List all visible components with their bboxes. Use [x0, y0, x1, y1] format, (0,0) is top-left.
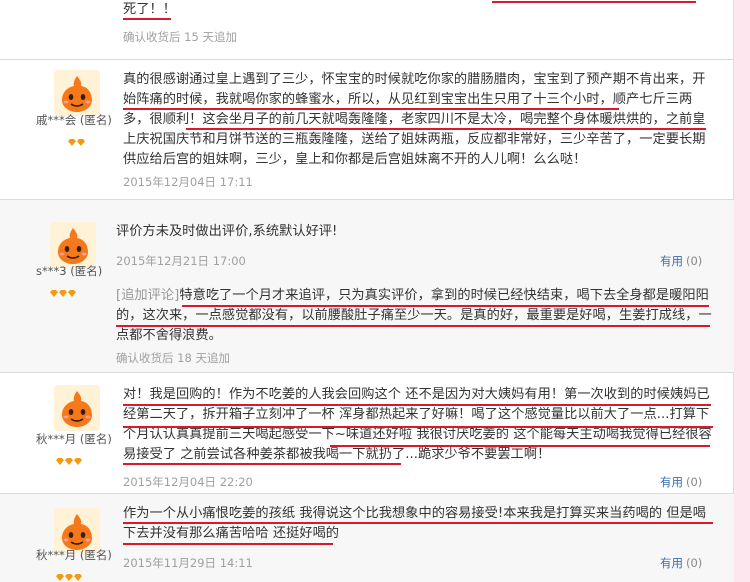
rank-gems [50, 282, 77, 297]
review-content: 对！我是回购的！作为不吃姜的人我会回购这个 还不是因为对大姨妈有用！第一次收到的… [123, 387, 712, 462]
useful-button[interactable]: 有用 (0) [660, 555, 702, 571]
annotation-underline [123, 543, 333, 545]
gem-icon [68, 139, 76, 146]
orange-mascot-avatar-icon [54, 385, 100, 431]
annotation-underline [123, 463, 401, 465]
rank-gems [56, 450, 83, 465]
gem-icon [50, 290, 58, 297]
append-review: [追加评论]特意吃了一个月才来追评，只为真实评价，拿到的时候已经快结束，喝下去全… [116, 286, 714, 346]
review-content: 作为一个从小痛恨吃姜的孩纸 我得说这个比我想象中的容易接受!本来我是打算买来当药… [123, 506, 707, 541]
username: 秋***月 (匿名) [36, 548, 112, 562]
append-content: 特意吃了一个月才来追评，只为真实评价，拿到的时候已经快结束，喝下去全身都是暖阳阳… [116, 288, 712, 343]
gem-icon [68, 290, 76, 297]
useful-label[interactable]: 有用 [660, 556, 683, 570]
useful-count: (0) [686, 254, 703, 268]
review-date: 2015年12月21日 17:00 [116, 254, 246, 268]
gem-icon [56, 574, 64, 581]
rank-gems [56, 566, 83, 581]
review-content: 真的很感谢通过皇上遇到了三少，怀宝宝的时候就吃你家的腊肠腊肉，宝宝到了预产期不肯… [123, 72, 706, 167]
gem-icon [74, 574, 82, 581]
review-date: 2015年11月29日 14:11 [123, 556, 253, 570]
append-footnote: 确认收货后 15 天追加 [123, 30, 237, 44]
annotation-underline [116, 325, 710, 327]
avatar [54, 385, 100, 431]
username: 秋***月 (匿名) [36, 432, 112, 446]
useful-label[interactable]: 有用 [660, 475, 683, 489]
annotation-underline [492, 1, 696, 3]
annotation-underline [123, 522, 713, 524]
useful-label[interactable]: 有用 [660, 254, 683, 268]
useful-button[interactable]: 有用 (0) [660, 474, 702, 490]
review-item: 秋***月 (匿名) 作为一个从小痛恨吃姜的孩纸 我得说这个比我想象中的容易接受… [0, 494, 734, 582]
append-footnote: 确认收货后 18 天追加 [116, 351, 230, 365]
review-content-tail: 死了！！ [123, 2, 176, 17]
review-item: 秋***月 (匿名) 对！我是回购的！作为不吃姜的人我会回购这个 还不是因为对大… [0, 373, 734, 494]
annotation-underline [182, 305, 709, 307]
gem-icon [59, 290, 67, 297]
rank-gems [68, 131, 86, 146]
gem-icon [77, 139, 85, 146]
annotation-underline [123, 108, 619, 110]
useful-count: (0) [686, 556, 703, 570]
avatar [54, 70, 100, 116]
review-content: 评价方未及时做出评价,系统默认好评! [116, 224, 338, 239]
useful-button[interactable]: 有用 (0) [660, 253, 702, 269]
review-item: s***3 (匿名) 评价方未及时做出评价,系统默认好评! 2015年12月21… [0, 200, 734, 373]
review-item-partial: 死了！！ 确认收货后 15 天追加 [0, 0, 734, 60]
annotation-underline [186, 128, 706, 130]
gem-icon [65, 574, 73, 581]
annotation-underline [330, 445, 710, 447]
gem-icon [65, 458, 73, 465]
orange-mascot-avatar-icon [54, 70, 100, 116]
review-panel: 死了！！ 确认收货后 15 天追加 戚***会 (匿名) 真的很感谢通过皇上遇到… [0, 0, 734, 582]
review-date: 2015年12月04日 17:11 [123, 175, 253, 189]
review-item: 戚***会 (匿名) 真的很感谢通过皇上遇到了三少，怀宝宝的时候就吃你家的腊肠腊… [0, 60, 734, 200]
review-date: 2015年12月04日 22:20 [123, 475, 253, 489]
append-tag: [追加评论] [116, 288, 180, 303]
orange-mascot-avatar-icon [50, 222, 96, 268]
annotation-underline [123, 404, 711, 406]
annotation-underline [123, 426, 713, 428]
gem-icon [56, 458, 64, 465]
annotation-underline [123, 18, 171, 20]
avatar [50, 222, 96, 268]
username: 戚***会 (匿名) [36, 113, 112, 127]
useful-count: (0) [686, 475, 703, 489]
gem-icon [74, 458, 82, 465]
